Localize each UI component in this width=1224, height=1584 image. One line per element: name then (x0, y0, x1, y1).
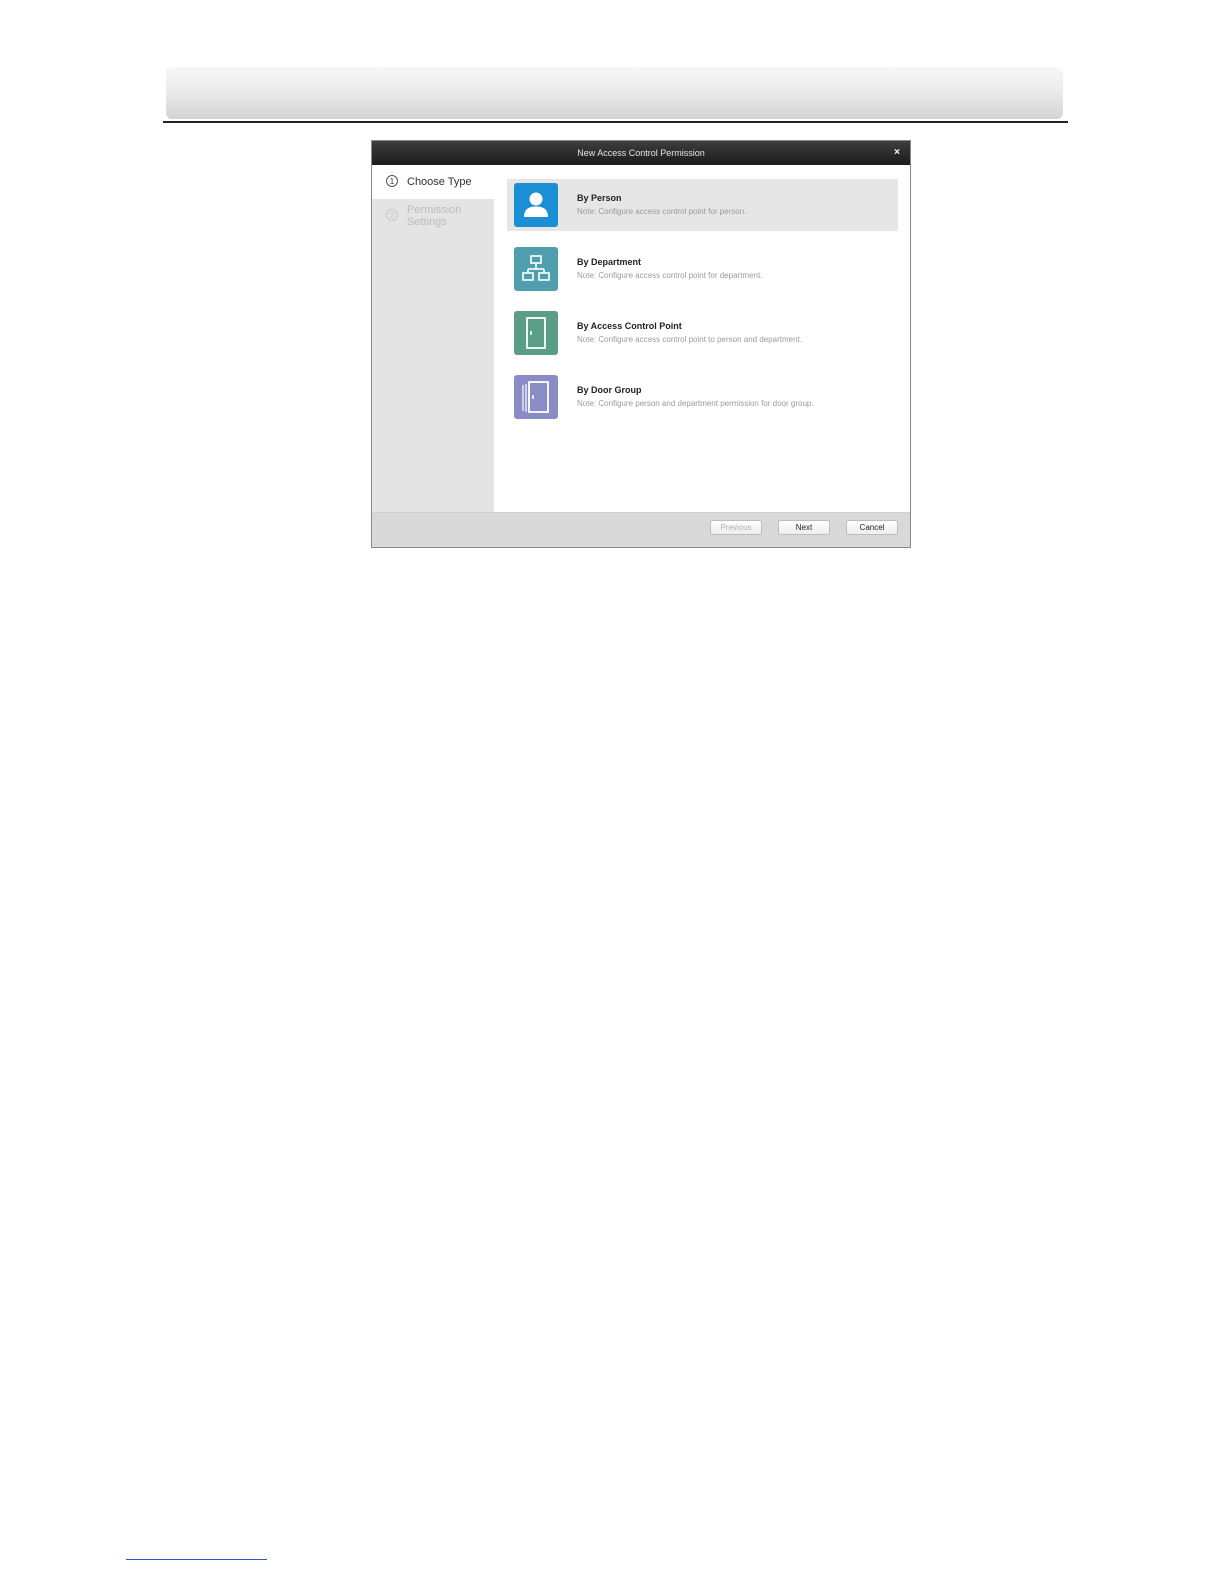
cancel-button[interactable]: Cancel (846, 520, 898, 535)
option-by-person[interactable]: By Person Note: Configure access control… (507, 179, 898, 231)
option-title: By Door Group (577, 385, 642, 395)
step-number-2: 2 (386, 209, 398, 221)
page-header-band (166, 67, 1063, 119)
dialog-titlebar: New Access Control Permission × (372, 141, 910, 165)
page-header-rule (163, 121, 1068, 123)
dialog-footer: Previous Next Cancel (372, 512, 910, 547)
step-label-choose-type: Choose Type (407, 176, 472, 188)
option-by-door-group[interactable]: By Door Group Note: Configure person and… (507, 371, 898, 423)
close-icon[interactable]: × (890, 146, 904, 160)
step-permission-settings[interactable]: 2 Permission Settings (372, 199, 494, 249)
step-choose-type[interactable]: 1 Choose Type (372, 165, 494, 199)
option-title: By Access Control Point (577, 321, 682, 331)
option-by-department[interactable]: By Department Note: Configure access con… (507, 243, 898, 295)
option-note: Note: Configure access control point for… (577, 207, 747, 216)
person-icon (514, 183, 558, 227)
option-note: Note: Configure access control point for… (577, 271, 763, 280)
door-group-icon (514, 375, 558, 419)
page-footer-link-underline (126, 1559, 267, 1560)
wizard-steps-sidebar: 1 Choose Type 2 Permission Settings (372, 165, 494, 512)
new-access-control-permission-dialog: New Access Control Permission × 1 Choose… (371, 140, 911, 548)
option-list: By Person Note: Configure access control… (494, 165, 910, 512)
step-label-permission-settings: Permission Settings (407, 204, 462, 228)
next-button[interactable]: Next (778, 520, 830, 535)
option-note: Note: Configure person and department pe… (577, 399, 814, 408)
department-icon (514, 247, 558, 291)
door-icon (514, 311, 558, 355)
dialog-title: New Access Control Permission (577, 148, 705, 158)
option-title: By Department (577, 257, 642, 267)
previous-button[interactable]: Previous (710, 520, 762, 535)
step-number-1: 1 (386, 175, 398, 187)
option-note: Note: Configure access control point to … (577, 335, 803, 344)
option-title: By Person (577, 193, 622, 203)
option-by-access-control-point[interactable]: By Access Control Point Note: Configure … (507, 307, 898, 359)
